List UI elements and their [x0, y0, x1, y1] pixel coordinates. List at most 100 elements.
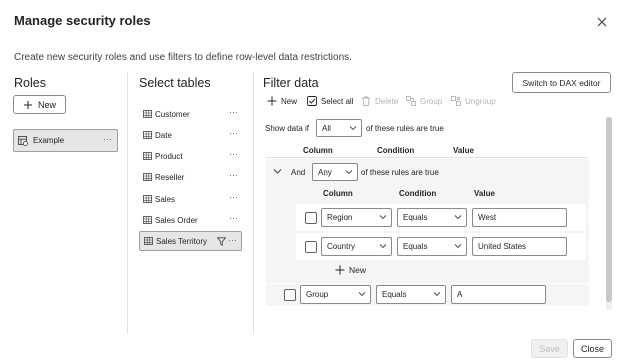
more-icon[interactable]: ···: [229, 170, 238, 180]
plus-icon: [267, 96, 277, 106]
filter-heading: Filter data: [263, 76, 319, 90]
divider-roles: [127, 72, 128, 334]
header-divider: [266, 157, 588, 158]
outer-quantifier-value: All: [322, 123, 331, 133]
save-button[interactable]: Save: [531, 339, 568, 358]
rule-condition-value: Equals: [403, 242, 428, 251]
group-quantifier-dropdown[interactable]: Any: [312, 163, 358, 181]
table-icon: [143, 173, 152, 181]
more-icon[interactable]: ···: [229, 107, 238, 117]
rules-suffix-label: of these rules are true: [366, 124, 444, 133]
chevron-down-icon: [433, 292, 441, 297]
toolbar-select-all-button[interactable]: Select all: [307, 96, 353, 106]
toolbar-group-button[interactable]: Group: [406, 96, 442, 106]
scrollbar-thumb[interactable]: [606, 117, 612, 302]
chevron-down-icon: [379, 215, 387, 220]
toolbar-ungroup-label: Ungroup: [465, 96, 496, 106]
chevron-down-icon: [454, 215, 462, 220]
filter-icon: [217, 237, 226, 246]
table-item-label: Product: [155, 151, 183, 161]
outer-quantifier-dropdown[interactable]: All: [316, 119, 362, 137]
table-item-label: Date: [155, 130, 172, 140]
rule-value-input[interactable]: West: [472, 208, 567, 227]
table-item-sales[interactable]: Sales ···: [139, 189, 242, 209]
table-item-label: Reseller: [155, 172, 185, 182]
new-role-label: New: [37, 99, 56, 110]
table-item-label: Sales Territory: [156, 236, 207, 246]
role-icon: [18, 135, 28, 146]
table-item-product[interactable]: Product ···: [139, 146, 242, 166]
group-new-button[interactable]: New: [335, 265, 366, 275]
toolbar-ungroup-button[interactable]: Ungroup: [451, 96, 496, 106]
role-item-label: Example: [33, 136, 65, 145]
header-column: Column: [303, 146, 333, 155]
group-header-value: Value: [474, 189, 495, 198]
group-header-condition: Condition: [399, 189, 437, 198]
more-icon[interactable]: ···: [229, 192, 238, 202]
rule-checkbox[interactable]: [305, 212, 317, 224]
switch-to-dax-button[interactable]: Switch to DAX editor: [512, 72, 611, 93]
chevron-down-icon: [454, 244, 462, 249]
toolbar-delete-button[interactable]: Delete: [361, 96, 398, 106]
dialog-subtitle: Create new security roles and use filter…: [14, 52, 352, 63]
rule-column-value: Group: [306, 290, 329, 299]
rule-condition-dropdown[interactable]: Equals: [376, 285, 446, 304]
more-icon[interactable]: ···: [228, 235, 237, 245]
group-connector-label: And: [291, 168, 306, 177]
group-icon: [406, 96, 416, 106]
header-condition: Condition: [377, 146, 415, 155]
table-icon: [143, 152, 152, 160]
rule-column-dropdown[interactable]: Country: [321, 237, 392, 256]
group-new-label: New: [349, 265, 367, 275]
more-icon[interactable]: ···: [103, 134, 112, 144]
toolbar-new-button[interactable]: New: [267, 96, 297, 106]
toolbar-select-all-label: Select all: [321, 96, 354, 106]
table-item-reseller[interactable]: Reseller ···: [139, 167, 242, 187]
close-button[interactable]: Close: [573, 339, 612, 358]
table-icon: [144, 237, 153, 245]
roles-heading: Roles: [14, 76, 46, 90]
table-item-sales-order[interactable]: Sales Order ···: [139, 210, 242, 230]
role-item-example[interactable]: Example ···: [13, 129, 118, 152]
toolbar-group-label: Group: [420, 96, 443, 106]
rule-checkbox[interactable]: [284, 289, 296, 301]
rule-column-value: Region: [327, 213, 353, 222]
chevron-down-icon: [358, 292, 366, 297]
table-item-label: Sales Order: [155, 215, 198, 225]
header-value: Value: [453, 146, 474, 155]
group-header-column: Column: [323, 189, 353, 198]
table-item-sales-territory[interactable]: Sales Territory ···: [139, 231, 242, 251]
rule-column-value: Country: [327, 242, 356, 251]
table-icon: [143, 195, 152, 203]
rule-value-input[interactable]: United States: [472, 237, 567, 256]
chevron-down-icon[interactable]: [273, 168, 282, 175]
more-icon[interactable]: ···: [229, 128, 238, 138]
table-icon: [143, 216, 152, 224]
more-icon[interactable]: ···: [229, 149, 238, 159]
rule-column-dropdown[interactable]: Region: [321, 208, 392, 227]
rule-value-input[interactable]: A: [451, 285, 546, 304]
rule-column-dropdown[interactable]: Group: [300, 285, 371, 304]
table-item-customer[interactable]: Customer ···: [139, 104, 242, 124]
close-icon[interactable]: [594, 14, 610, 30]
rule-checkbox[interactable]: [305, 241, 317, 253]
toolbar-delete-label: Delete: [375, 96, 399, 106]
ungroup-icon: [451, 96, 461, 106]
chevron-down-icon: [345, 170, 353, 175]
plus-icon: [23, 100, 32, 109]
trash-icon: [362, 96, 370, 106]
chevron-down-icon: [349, 126, 357, 131]
table-icon: [143, 110, 152, 118]
rule-condition-dropdown[interactable]: Equals: [397, 237, 467, 256]
checkbox-icon: [307, 96, 317, 106]
table-icon: [143, 131, 152, 139]
new-role-button[interactable]: New: [13, 95, 66, 114]
table-item-date[interactable]: Date ···: [139, 125, 242, 145]
dialog-title: Manage security roles: [14, 13, 151, 28]
toolbar-new-label: New: [281, 96, 298, 106]
group-suffix-label: of these rules are true: [361, 168, 439, 177]
rule-condition-dropdown[interactable]: Equals: [397, 208, 467, 227]
more-icon[interactable]: ···: [229, 213, 238, 223]
rule-condition-value: Equals: [382, 290, 407, 299]
chevron-down-icon: [379, 244, 387, 249]
